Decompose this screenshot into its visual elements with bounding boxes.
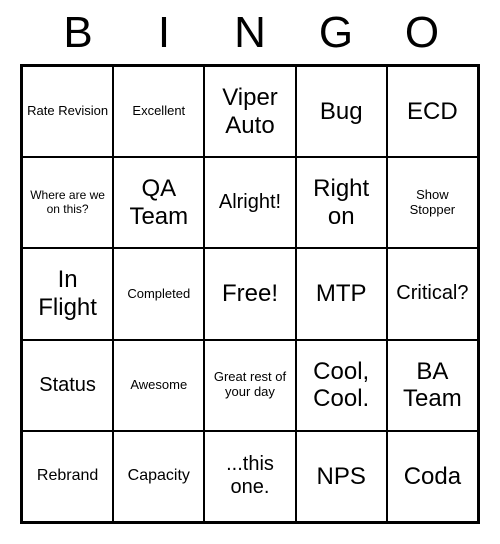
bingo-cell[interactable]: Cool, Cool. (296, 340, 387, 431)
bingo-cell[interactable]: Alright! (204, 157, 295, 248)
header-letter-b: B (48, 8, 108, 58)
bingo-cell[interactable]: Coda (387, 431, 478, 522)
bingo-cell[interactable]: ECD (387, 66, 478, 157)
bingo-cell[interactable]: Capacity (113, 431, 204, 522)
bingo-cell[interactable]: Show Stopper (387, 157, 478, 248)
header-letter-o: O (392, 8, 452, 58)
bingo-cell-free[interactable]: Free! (204, 248, 295, 339)
bingo-cell[interactable]: Excellent (113, 66, 204, 157)
header-letter-n: N (220, 8, 280, 58)
bingo-cell[interactable]: MTP (296, 248, 387, 339)
bingo-cell[interactable]: Where are we on this? (22, 157, 113, 248)
bingo-cell[interactable]: Awesome (113, 340, 204, 431)
bingo-cell[interactable]: Rebrand (22, 431, 113, 522)
bingo-cell[interactable]: NPS (296, 431, 387, 522)
bingo-grid: Rate Revision Excellent Viper Auto Bug E… (20, 64, 480, 524)
bingo-cell[interactable]: BA Team (387, 340, 478, 431)
bingo-cell[interactable]: Critical? (387, 248, 478, 339)
header-letter-g: G (306, 8, 366, 58)
bingo-cell[interactable]: Bug (296, 66, 387, 157)
bingo-cell[interactable]: Rate Revision (22, 66, 113, 157)
bingo-cell[interactable]: ...this one. (204, 431, 295, 522)
bingo-cell[interactable]: Right on (296, 157, 387, 248)
bingo-header: B I N G O (20, 8, 480, 64)
bingo-cell[interactable]: QA Team (113, 157, 204, 248)
bingo-cell[interactable]: Completed (113, 248, 204, 339)
bingo-cell[interactable]: In Flight (22, 248, 113, 339)
bingo-cell[interactable]: Great rest of your day (204, 340, 295, 431)
bingo-cell[interactable]: Viper Auto (204, 66, 295, 157)
bingo-cell[interactable]: Status (22, 340, 113, 431)
header-letter-i: I (134, 8, 194, 58)
